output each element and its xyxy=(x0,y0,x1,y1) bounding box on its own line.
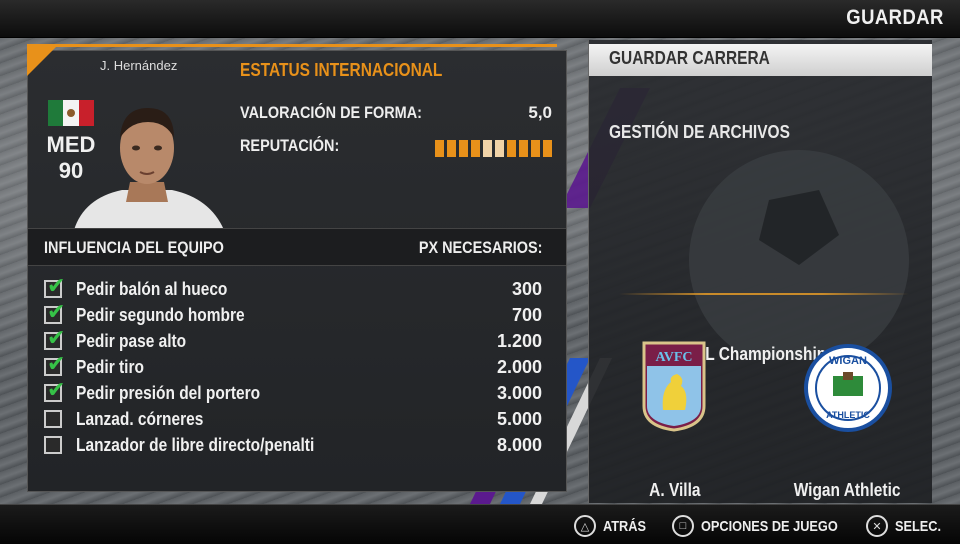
skill-label: Pedir segundo hombre xyxy=(76,304,245,325)
triangle-button-icon: △ xyxy=(574,515,596,537)
team-influence-title: INFLUENCIA DEL EQUIPO xyxy=(44,238,224,257)
checkbox[interactable] xyxy=(44,410,62,428)
file-management-option[interactable]: GESTIÓN DE ARCHIVOS xyxy=(609,122,790,143)
checkbox[interactable]: ✔ xyxy=(44,299,65,324)
reputation-segment xyxy=(519,140,528,157)
form-rating-label: VALORACIÓN DE FORMA: xyxy=(240,103,422,122)
reputation-segment xyxy=(447,140,456,157)
skill-cost: 8.000 xyxy=(496,434,542,455)
form-rating-value: 5,0 xyxy=(528,103,552,122)
save-career-option[interactable]: GUARDAR CARRERA xyxy=(589,44,932,76)
reputation-segment xyxy=(459,140,468,157)
back-hint[interactable]: △ ATRÁS xyxy=(574,515,654,537)
wigan-athletic-crest-icon: WIGAN ATHLETIC xyxy=(804,344,892,432)
team-influence-item[interactable]: ✔ Pedir segundo hombre 700 xyxy=(44,299,542,328)
divider xyxy=(619,293,909,295)
reputation-segment xyxy=(483,140,492,157)
team-influence-item[interactable]: ✔ Pedir pase alto 1.200 xyxy=(44,325,542,354)
form-rating-row: VALORACIÓN DE FORMA: 5,0 xyxy=(240,103,552,123)
team-influence-item[interactable]: Lanzador de libre directo/penalti 8.000 xyxy=(44,432,542,458)
panel-accent-line xyxy=(27,44,567,56)
panel-accent-corner xyxy=(27,44,59,76)
skill-cost: 2.000 xyxy=(496,356,542,377)
game-options-label: OPCIONES DE JUEGO xyxy=(701,517,838,535)
home-team-name: A. Villa xyxy=(649,480,701,500)
skill-label: Pedir pase alto xyxy=(76,330,187,351)
reputation-row: REPUTACIÓN: xyxy=(240,136,552,157)
checkmark-icon: ✔ xyxy=(47,377,66,402)
screen-title: GUARDAR xyxy=(846,6,944,29)
checkbox[interactable]: ✔ xyxy=(44,377,65,402)
team-influence-item[interactable]: Lanzad. córneres 5.000 xyxy=(44,406,542,432)
reputation-segment xyxy=(507,140,516,157)
select-hint[interactable]: ✕ SELEC. xyxy=(866,515,949,537)
player-portrait xyxy=(74,108,224,230)
reputation-bar xyxy=(435,140,552,157)
checkmark-icon: ✔ xyxy=(47,351,66,376)
checkmark-icon: ✔ xyxy=(47,299,66,324)
cross-button-icon: ✕ xyxy=(866,515,888,537)
football-graphic xyxy=(689,150,909,360)
reputation-segment xyxy=(531,140,540,157)
square-button-icon: □ xyxy=(672,515,694,537)
checkbox[interactable]: ✔ xyxy=(44,273,65,298)
reputation-segment xyxy=(495,140,504,157)
team-influence-list: ✔ Pedir balón al hueco 300 ✔ Pedir segundo h… xyxy=(44,273,542,458)
skill-cost: 3.000 xyxy=(496,382,542,403)
reputation-segment xyxy=(543,140,552,157)
team-influence-item[interactable]: ✔ Pedir presión del portero 3.000 xyxy=(44,377,542,406)
skill-cost: 1.200 xyxy=(496,330,542,351)
checkmark-icon: ✔ xyxy=(47,325,66,350)
skill-label: Lanzador de libre directo/penalti xyxy=(76,434,315,455)
checkbox[interactable] xyxy=(44,436,62,454)
team-influence-item[interactable]: ✔ Pedir balón al hueco 300 xyxy=(44,273,542,302)
checkbox[interactable]: ✔ xyxy=(44,351,65,376)
save-menu-panel: GUARDAR CARRERA GESTIÓN DE ARCHIVOS FL C… xyxy=(588,40,932,503)
skill-label: Lanzad. córneres xyxy=(76,408,204,429)
reputation-segment xyxy=(471,140,480,157)
player-name: J. Hernández xyxy=(100,58,178,73)
checkbox[interactable]: ✔ xyxy=(44,325,65,350)
game-options-hint[interactable]: □ OPCIONES DE JUEGO xyxy=(672,515,862,537)
away-team-name: Wigan Athletic xyxy=(793,480,901,500)
skill-label: Pedir tiro xyxy=(76,356,144,377)
reputation-label: REPUTACIÓN: xyxy=(240,136,340,155)
team-influence-header: INFLUENCIA DEL EQUIPO PX NECESARIOS: xyxy=(28,228,566,266)
xp-required-title: PX NECESARIOS: xyxy=(418,238,542,257)
aston-villa-crest-text: AVFC xyxy=(655,350,692,365)
team-influence-item[interactable]: ✔ Pedir tiro 2.000 xyxy=(44,351,542,380)
top-bar: GUARDAR xyxy=(0,0,960,38)
back-label: ATRÁS xyxy=(603,517,646,535)
controls-bar: △ ATRÁS □ OPCIONES DE JUEGO ✕ SELEC. xyxy=(0,504,960,544)
wigan-crest-top-text: WIGAN xyxy=(829,355,867,367)
checkmark-icon: ✔ xyxy=(47,273,66,298)
skill-cost: 5.000 xyxy=(496,408,542,429)
select-label: SELEC. xyxy=(895,517,942,535)
reputation-segment xyxy=(435,140,444,157)
skill-cost: 700 xyxy=(511,304,542,325)
skill-label: Pedir balón al hueco xyxy=(76,278,228,299)
aston-villa-crest-icon: AVFC xyxy=(642,341,706,432)
wigan-crest-bottom-text: ATHLETIC xyxy=(826,410,870,420)
international-status-title: ESTATUS INTERNACIONAL xyxy=(240,60,443,80)
skill-label: Pedir presión del portero xyxy=(76,382,261,403)
skill-cost: 300 xyxy=(511,278,542,299)
